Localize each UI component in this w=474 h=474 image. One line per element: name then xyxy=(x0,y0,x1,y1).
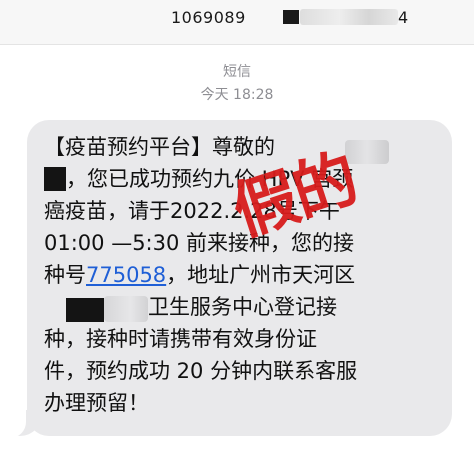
redaction-mask xyxy=(283,10,299,24)
redaction-blur xyxy=(300,9,398,25)
redaction-blur xyxy=(104,296,148,322)
message-line-9: 办理预留！ xyxy=(44,391,149,415)
appointment-code-link[interactable]: 775058 xyxy=(86,263,166,287)
message-text: ，地址广州市天河区 xyxy=(166,263,356,287)
message-type-label: 短信 xyxy=(223,64,251,80)
message-line-7: 种，接种时请携带有效身份证 xyxy=(44,327,317,351)
conversation-header: 1069089 4 xyxy=(0,0,474,45)
redaction-blur xyxy=(345,140,389,164)
redaction-mask xyxy=(66,298,104,322)
message-text: 种号 xyxy=(44,263,86,287)
message-line-6: 卫生服务中心登记接 xyxy=(148,295,337,319)
message-line-8: 件，预约成功 20 分钟内联系客服 xyxy=(44,359,358,383)
sender-number-prefix: 1069089 xyxy=(171,8,246,27)
message-line-5: 种号775058，地址广州市天河区 xyxy=(44,262,355,288)
sender-number-suffix: 4 xyxy=(398,8,409,27)
message-timestamp: 今天 18:28 xyxy=(200,87,274,103)
sender-number[interactable]: 1069089 xyxy=(171,8,246,27)
redaction-mask xyxy=(44,167,66,191)
message-line-1: 【疫苗预约平台】尊敬的 xyxy=(44,135,275,159)
